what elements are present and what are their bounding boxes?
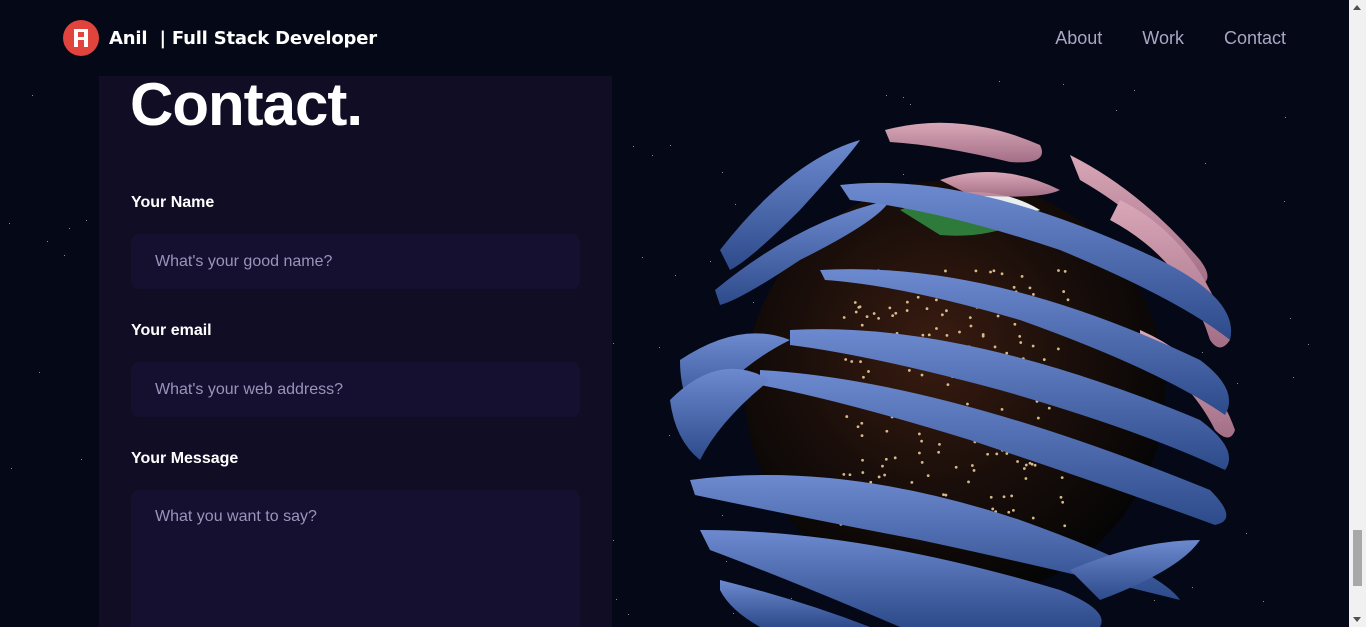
scroll-up-arrow-icon[interactable] bbox=[1353, 5, 1361, 10]
star bbox=[1134, 90, 1135, 91]
brand-name: Anil bbox=[109, 27, 148, 49]
star bbox=[903, 97, 904, 98]
contact-title: Contact. bbox=[130, 71, 363, 138]
star bbox=[613, 540, 614, 541]
scroll-down-arrow-icon[interactable] bbox=[1353, 617, 1361, 622]
star bbox=[613, 343, 614, 344]
planet-canvas[interactable] bbox=[640, 100, 1280, 627]
brand-link[interactable]: Anil | Full Stack Developer bbox=[63, 20, 377, 56]
star bbox=[86, 220, 87, 221]
contact-card: Contact. Your Name Your email Your Messa… bbox=[99, 71, 612, 627]
nav-link-about[interactable]: About bbox=[1055, 28, 1102, 49]
page-scrollbar[interactable] bbox=[1349, 0, 1366, 627]
star bbox=[47, 241, 48, 242]
star bbox=[1284, 201, 1285, 202]
message-label: Your Message bbox=[131, 450, 239, 467]
name-label: Your Name bbox=[131, 194, 215, 211]
star bbox=[628, 614, 629, 615]
email-input[interactable] bbox=[131, 362, 580, 417]
brand-tagline: | Full Stack Developer bbox=[159, 27, 377, 49]
star bbox=[1308, 344, 1309, 345]
star bbox=[633, 146, 634, 147]
star bbox=[39, 372, 40, 373]
scroll-thumb[interactable] bbox=[1353, 530, 1362, 586]
star bbox=[1293, 377, 1294, 378]
logo-icon bbox=[63, 20, 99, 56]
star bbox=[999, 81, 1000, 82]
star bbox=[69, 228, 70, 229]
star bbox=[616, 599, 617, 600]
name-input[interactable] bbox=[131, 234, 580, 289]
email-label: Your email bbox=[131, 322, 212, 339]
star bbox=[11, 468, 12, 469]
star bbox=[1290, 318, 1291, 319]
nav-link-work[interactable]: Work bbox=[1142, 28, 1184, 49]
nav-link-contact[interactable]: Contact bbox=[1224, 28, 1286, 49]
star bbox=[32, 95, 33, 96]
star bbox=[886, 95, 887, 96]
star bbox=[9, 223, 10, 224]
navbar: Anil | Full Stack Developer About Work C… bbox=[0, 0, 1349, 76]
star bbox=[1285, 117, 1286, 118]
nav-links: About Work Contact bbox=[1055, 28, 1286, 49]
star bbox=[64, 255, 65, 256]
star bbox=[81, 459, 82, 460]
star bbox=[1063, 84, 1064, 85]
message-textarea[interactable] bbox=[131, 490, 580, 627]
